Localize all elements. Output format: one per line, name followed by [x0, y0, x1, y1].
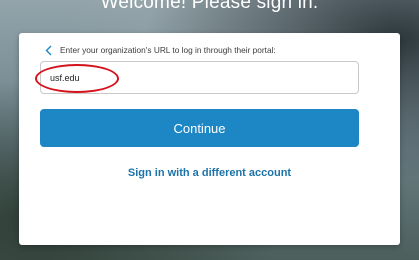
- organization-url-input[interactable]: [40, 61, 359, 94]
- prompt-row: Enter your organization's URL to log in …: [42, 43, 372, 57]
- url-prompt-label: Enter your organization's URL to log in …: [60, 45, 276, 55]
- sign-in-different-account-link[interactable]: Sign in with a different account: [19, 167, 400, 179]
- page-title: Welcome! Please sign in.: [100, 0, 319, 13]
- chevron-left-icon[interactable]: [42, 43, 54, 57]
- continue-button[interactable]: Continue: [40, 109, 359, 147]
